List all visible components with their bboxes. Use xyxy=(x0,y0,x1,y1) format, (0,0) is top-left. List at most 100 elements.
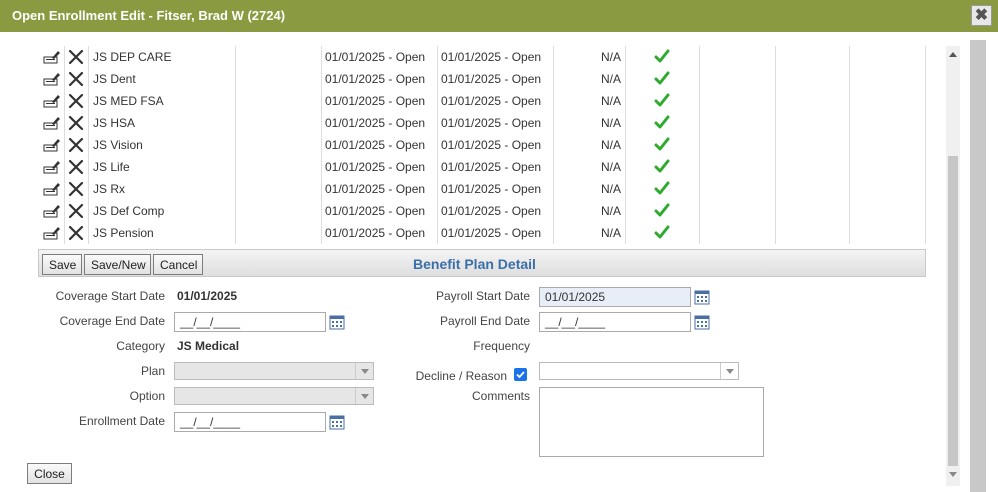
coverage-start-value: 01/01/2025 xyxy=(177,289,238,303)
delete-icon[interactable] xyxy=(68,93,84,109)
coverage-end-calendar-icon[interactable] xyxy=(329,314,345,330)
edit-icon[interactable] xyxy=(43,160,61,174)
plan-row[interactable]: JS Dent 01/01/2025 - Open 01/01/2025 - Ope… xyxy=(38,68,926,90)
comments-label: Comments xyxy=(471,389,530,403)
delete-icon[interactable] xyxy=(68,71,84,87)
option-select[interactable] xyxy=(174,387,374,405)
delete-icon[interactable] xyxy=(68,115,84,131)
save-new-button[interactable]: Save/New xyxy=(84,254,151,275)
scroll-down-arrow-icon[interactable] xyxy=(949,472,957,477)
window-close-icon[interactable]: ✖ xyxy=(971,5,992,26)
plans-grid: JS DEP CARE 01/01/2025 - Open 01/01/2025 -… xyxy=(38,46,926,244)
plan-row[interactable]: JS HSA 01/01/2025 - Open 01/01/2025 - Open… xyxy=(38,112,926,134)
green-check-icon xyxy=(654,181,670,195)
plan-row[interactable]: JS Pension 01/01/2025 - Open 01/01/2025 - … xyxy=(38,222,926,244)
plan-label: Plan xyxy=(140,364,165,378)
plan-end: 01/01/2025 - Open xyxy=(441,204,542,218)
plan-row[interactable]: JS Vision 01/01/2025 - Open 01/01/2025 - O… xyxy=(38,134,926,156)
decline-reason-select[interactable] xyxy=(539,362,739,380)
plan-name: JS Dent xyxy=(93,72,136,86)
plan-start: 01/01/2025 - Open xyxy=(325,72,426,86)
plan-end: 01/01/2025 - Open xyxy=(441,160,542,174)
plan-name: JS Rx xyxy=(93,182,126,196)
plan-na: N/A xyxy=(601,204,622,218)
window-title: Open Enrollment Edit - Fitser, Brad W (2… xyxy=(12,8,286,23)
green-check-icon xyxy=(654,203,670,217)
plan-end: 01/01/2025 - Open xyxy=(441,116,542,130)
edit-icon[interactable] xyxy=(43,94,61,108)
green-check-icon xyxy=(654,71,670,85)
green-check-icon xyxy=(654,137,670,151)
scroll-up-arrow-icon[interactable] xyxy=(949,52,957,57)
plan-end: 01/01/2025 - Open xyxy=(441,50,542,64)
plan-na: N/A xyxy=(601,226,622,240)
plan-na: N/A xyxy=(601,72,622,86)
edit-icon[interactable] xyxy=(43,226,61,240)
section-title: Benefit Plan Detail xyxy=(413,256,536,272)
plan-row[interactable]: JS Def Comp 01/01/2025 - Open 01/01/2025 -… xyxy=(38,200,926,222)
scroll-thumb[interactable] xyxy=(948,156,958,466)
plan-row[interactable]: JS MED FSA 01/01/2025 - Open 01/01/2025 - … xyxy=(38,90,926,112)
checkmark-icon xyxy=(516,371,525,379)
plan-start: 01/01/2025 - Open xyxy=(325,138,426,152)
payroll-end-input[interactable]: __/__/____ xyxy=(539,312,691,332)
grid-scrollbar[interactable] xyxy=(946,46,960,486)
edit-icon[interactable] xyxy=(43,72,61,86)
green-check-icon xyxy=(654,49,670,63)
decline-checkbox[interactable] xyxy=(514,368,527,381)
delete-icon[interactable] xyxy=(68,49,84,65)
edit-icon[interactable] xyxy=(43,204,61,218)
green-check-icon xyxy=(654,93,670,107)
plan-end: 01/01/2025 - Open xyxy=(441,94,542,108)
delete-icon[interactable] xyxy=(68,181,84,197)
plan-select[interactable] xyxy=(174,362,374,380)
save-button[interactable]: Save xyxy=(42,254,82,275)
plan-name: JS DEP CARE xyxy=(93,50,172,64)
payroll-end-calendar-icon[interactable] xyxy=(694,314,710,330)
plan-na: N/A xyxy=(601,160,622,174)
coverage-end-input[interactable]: __/__/____ xyxy=(174,312,326,332)
category-value: JS Medical xyxy=(177,339,240,353)
enrollment-date-calendar-icon[interactable] xyxy=(329,414,345,430)
plan-start: 01/01/2025 - Open xyxy=(325,50,426,64)
close-button[interactable]: Close xyxy=(27,463,72,484)
plan-start: 01/01/2025 - Open xyxy=(325,160,426,174)
delete-icon[interactable] xyxy=(68,203,84,219)
detail-toolbar: Save Save/New Cancel Benefit Plan Detail xyxy=(38,249,926,277)
delete-icon[interactable] xyxy=(68,225,84,241)
plan-na: N/A xyxy=(601,50,622,64)
edit-icon[interactable] xyxy=(43,116,61,130)
plan-start: 01/01/2025 - Open xyxy=(325,226,426,240)
payroll-start-label: Payroll Start Date xyxy=(435,289,530,303)
payroll-start-input[interactable]: 01/01/2025 xyxy=(539,287,691,307)
plan-name: JS Pension xyxy=(93,226,154,240)
chevron-down-icon[interactable] xyxy=(355,363,373,379)
plan-row[interactable]: JS Rx 01/01/2025 - Open 01/01/2025 - Open N… xyxy=(38,178,926,200)
edit-icon[interactable] xyxy=(43,138,61,152)
plan-name: JS Def Comp xyxy=(93,204,165,218)
delete-icon[interactable] xyxy=(68,159,84,175)
plan-na: N/A xyxy=(601,138,622,152)
plan-start: 01/01/2025 - Open xyxy=(325,182,426,196)
plan-row[interactable]: JS Life 01/01/2025 - Open 01/01/2025 - Ope… xyxy=(38,156,926,178)
delete-icon[interactable] xyxy=(68,137,84,153)
chevron-down-icon[interactable] xyxy=(355,388,373,404)
payroll-start-calendar-icon[interactable] xyxy=(694,289,710,305)
plan-na: N/A xyxy=(601,94,622,108)
outer-scrollbar[interactable] xyxy=(970,40,986,492)
comments-textarea[interactable] xyxy=(539,387,764,457)
green-check-icon xyxy=(654,225,670,239)
edit-icon[interactable] xyxy=(43,50,61,64)
plan-end: 01/01/2025 - Open xyxy=(441,72,542,86)
edit-icon[interactable] xyxy=(43,182,61,196)
enrollment-date-input[interactable]: __/__/____ xyxy=(174,412,326,432)
plan-end: 01/01/2025 - Open xyxy=(441,226,542,240)
chevron-down-icon[interactable] xyxy=(720,363,738,379)
plan-name: JS MED FSA xyxy=(93,94,164,108)
plan-row[interactable]: JS DEP CARE 01/01/2025 - Open 01/01/2025 -… xyxy=(38,46,926,68)
plan-start: 01/01/2025 - Open xyxy=(325,94,426,108)
plan-name: JS Vision xyxy=(93,138,143,152)
cancel-button[interactable]: Cancel xyxy=(153,254,203,275)
coverage-start-label: Coverage Start Date xyxy=(55,289,165,303)
decline-reason-label: Decline / Reason xyxy=(415,369,507,383)
